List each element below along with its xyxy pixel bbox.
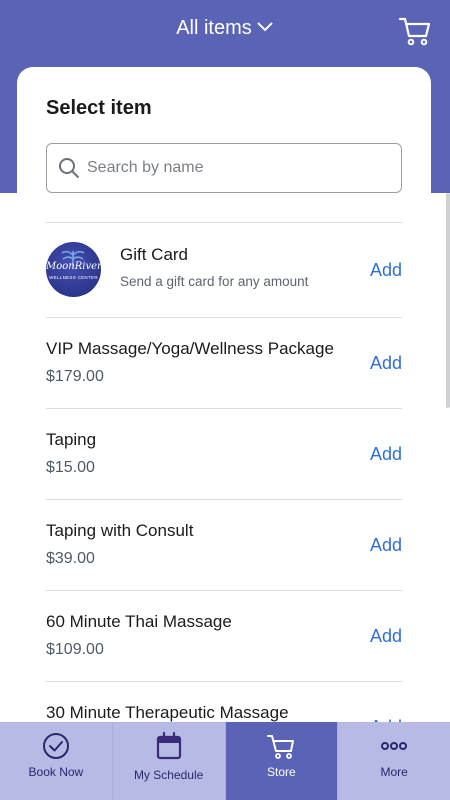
header: All items [0,0,450,62]
card-title: Select item [46,97,152,119]
add-button[interactable]: Add [370,260,402,281]
item-price: $15.00 [46,459,95,476]
item-selection-card: Select item MoonRiver WELLNESS CENTER Gi… [17,67,431,787]
bottom-tab-bar: Book Now My Schedule Store More [0,722,450,800]
search-input[interactable] [87,144,387,191]
item-name: Taping [46,430,97,449]
item-price: $109.00 [46,641,104,658]
tab-label: Book Now [28,765,84,779]
category-dropdown-label: All items [176,17,252,39]
tab-label: More [380,765,408,779]
category-dropdown[interactable]: All items [0,17,450,40]
logo-text: MoonRiver [46,261,101,272]
list-item[interactable]: 60 Minute Thai Massage $109.00 Add [46,590,402,681]
list-item[interactable]: VIP Massage/Yoga/Wellness Package $179.0… [46,317,402,408]
add-button[interactable]: Add [370,444,402,465]
item-list: MoonRiver WELLNESS CENTER Gift Card Send… [46,222,402,772]
wellness-center-logo: MoonRiver WELLNESS CENTER [46,242,101,297]
check-circle-icon [42,733,69,759]
add-button[interactable]: Add [370,535,402,556]
add-button[interactable]: Add [370,353,402,374]
item-price: $39.00 [46,550,95,567]
chevron-down-icon [257,22,273,32]
item-name: 60 Minute Thai Massage [46,612,232,631]
cart-icon [267,735,295,759]
cart-icon[interactable] [398,14,432,48]
more-dots-icon [381,742,408,750]
tab-label: Store [267,765,296,779]
scrollbar[interactable] [446,193,450,408]
item-name: 30 Minute Therapeutic Massage [46,703,289,722]
search-box[interactable] [46,143,402,193]
list-item[interactable]: Taping with Consult $39.00 Add [46,499,402,590]
item-name: Taping with Consult [46,521,194,540]
item-name: VIP Massage/Yoga/Wellness Package [46,339,334,358]
tab-my-schedule[interactable]: My Schedule [113,722,226,800]
list-item-gift-card[interactable]: MoonRiver WELLNESS CENTER Gift Card Send… [46,222,402,317]
item-description: Send a gift card for any amount [120,274,309,289]
tab-store[interactable]: Store [225,722,339,800]
calendar-icon [156,731,181,760]
tab-more[interactable]: More [338,722,450,800]
logo-subtext: WELLNESS CENTER [49,275,98,280]
list-item[interactable]: Taping $15.00 Add [46,408,402,499]
add-button[interactable]: Add [370,626,402,647]
search-icon [59,158,79,178]
item-price: $179.00 [46,368,104,385]
tab-book-now[interactable]: Book Now [0,722,113,800]
tab-label: My Schedule [133,768,204,782]
item-name: Gift Card [120,245,189,264]
